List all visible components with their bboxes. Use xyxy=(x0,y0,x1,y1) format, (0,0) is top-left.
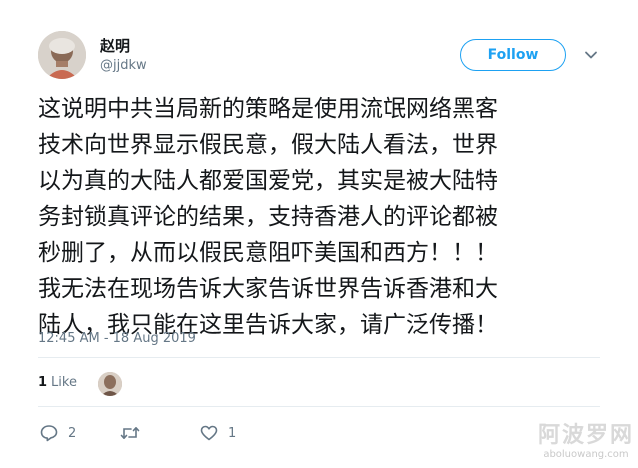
likes-label: Like xyxy=(51,375,77,390)
tweet-timestamp[interactable]: 12:45 AM - 18 Aug 2019 xyxy=(38,331,196,346)
author-handle[interactable]: @jjdkw xyxy=(100,58,147,73)
watermark-url: aboluowang.com xyxy=(543,449,629,460)
author-name[interactable]: 赵明 xyxy=(100,35,130,56)
retweet-action[interactable] xyxy=(120,422,150,444)
likes-count: 1 xyxy=(38,375,48,390)
follow-button[interactable]: Follow xyxy=(460,39,566,71)
user-avatar-photo xyxy=(98,372,122,396)
heart-icon xyxy=(200,425,218,441)
like-count: 1 xyxy=(228,425,237,441)
watermark-title: 阿波罗网 xyxy=(537,423,634,448)
like-action[interactable]: 1 xyxy=(200,422,236,444)
reply-count: 2 xyxy=(68,425,77,441)
retweet-icon xyxy=(120,427,140,439)
user-avatar-photo xyxy=(38,31,86,79)
author-avatar[interactable] xyxy=(38,31,86,79)
reply-icon xyxy=(40,425,58,442)
divider xyxy=(38,357,600,358)
divider xyxy=(38,406,600,407)
tweet-text: 这说明中共当局新的策略是使用流氓网络黑客 技术向世界显示假民意，假大陆人看法，世… xyxy=(38,96,498,338)
liker-avatar[interactable] xyxy=(98,372,122,396)
likes-stat[interactable]: 1 Like xyxy=(38,375,77,390)
reply-action[interactable]: 2 xyxy=(40,422,76,444)
chevron-down-icon[interactable] xyxy=(584,48,598,62)
watermark: 阿波罗网 aboluowang.com xyxy=(534,423,638,461)
